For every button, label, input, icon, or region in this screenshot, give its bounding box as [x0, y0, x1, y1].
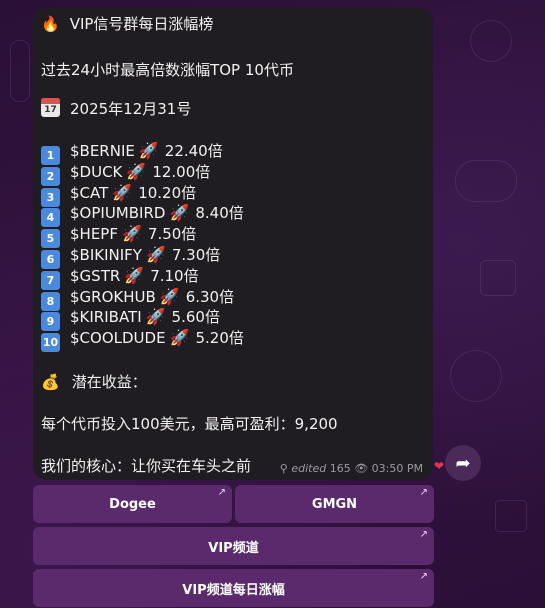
- token-gain: 6.30倍: [185, 287, 235, 306]
- token-gain: 10.20倍: [138, 183, 197, 202]
- rocket-icon: 🚀: [159, 286, 180, 306]
- background-doodle: [480, 260, 516, 296]
- token-gain: 7.30倍: [171, 246, 221, 264]
- share-arrow-icon: ➦: [455, 452, 471, 474]
- rocket-icon: 🚀: [145, 307, 166, 327]
- share-button[interactable]: ➦: [445, 445, 481, 481]
- rocket-icon: 🚀: [121, 224, 142, 244]
- token-gain: 5.60倍: [171, 308, 220, 327]
- token-gain: 22.40倍: [164, 142, 223, 160]
- message-title-line: 🔥 VIP信号群每日涨幅榜: [41, 14, 213, 34]
- vip-channel-button[interactable]: VIP频道 ↗: [33, 527, 434, 565]
- rocket-icon: 🚀: [112, 182, 133, 202]
- dogee-button[interactable]: Dogee ↗: [33, 485, 232, 523]
- external-link-arrow-icon: ↗: [419, 529, 428, 540]
- keycap-number-icon: 10: [41, 333, 60, 353]
- external-link-arrow-icon: ↗: [419, 487, 428, 498]
- potential-line: 💰 潜在收益：: [41, 372, 147, 392]
- edited-label: edited: [291, 462, 327, 475]
- token-symbol: $GROKHUB: [70, 287, 156, 306]
- core-text: 我们的核心：让你买在车头之前: [41, 457, 252, 475]
- pin-icon: ⚲: [279, 462, 288, 475]
- potential-label: 潜在收益：: [71, 373, 147, 391]
- token-symbol: $HEPF: [70, 225, 118, 244]
- background-doodle: [495, 500, 527, 532]
- token-symbol: $CAT: [70, 183, 109, 202]
- date-line: 17 2025年12月31号: [41, 98, 191, 119]
- rocket-icon: 🚀: [145, 245, 166, 264]
- gmgn-button[interactable]: GMGN ↗: [235, 485, 434, 523]
- rocket-icon: 🚀: [138, 141, 159, 160]
- external-link-arrow-icon: ↗: [419, 571, 428, 582]
- background-doodle: [470, 20, 512, 62]
- message-bubble: 🔥 VIP信号群每日涨幅榜 过去24小时最高倍数涨幅TOP 10代币 17 202…: [33, 8, 433, 480]
- vip-daily-button[interactable]: VIP频道每日涨幅 ↗: [33, 569, 434, 607]
- vip-daily-button-label: VIP频道每日涨幅: [182, 582, 285, 598]
- message-time: 03:50 PM: [371, 462, 423, 475]
- token-gain: 7.10倍: [150, 266, 199, 285]
- background-doodle: [455, 160, 517, 202]
- view-count: 165: [329, 462, 351, 475]
- token-gain: 8.40倍: [195, 204, 244, 223]
- token-gain: 5.20倍: [195, 329, 244, 348]
- money-bag-icon: 💰: [41, 373, 60, 391]
- token-symbol: $BIKINIFY: [70, 246, 142, 264]
- token-symbol: $DUCK: [70, 162, 123, 181]
- fire-icon: 🔥: [41, 15, 60, 33]
- background-doodle: [10, 40, 30, 102]
- rocket-icon: 🚀: [124, 265, 145, 285]
- token-symbol: $GSTR: [70, 266, 121, 285]
- dogee-button-label: Dogee: [109, 496, 156, 512]
- token-symbol: $OPIUMBIRD: [70, 204, 166, 223]
- rocket-icon: 🚀: [169, 328, 190, 348]
- ranking-row: 10 $COOLDUDE 🚀 5.20倍: [41, 328, 244, 353]
- eye-icon: 👁: [354, 462, 369, 475]
- message-title: VIP信号群每日涨幅榜: [69, 15, 214, 33]
- rocket-icon: 🚀: [169, 203, 190, 223]
- token-symbol: $COOLDUDE: [70, 329, 166, 348]
- potential-text: 每个代币投入100美元，最高可盈利：9,200: [41, 415, 338, 433]
- heart-icon[interactable]: ❤: [434, 459, 444, 473]
- token-gain: 7.50倍: [147, 225, 197, 244]
- external-link-arrow-icon: ↗: [217, 487, 226, 498]
- message-meta: ⚲ edited 165 👁 03:50 PM: [280, 462, 423, 475]
- message-date: 2025年12月31号: [70, 100, 192, 118]
- vip-channel-button-label: VIP频道: [208, 540, 259, 556]
- message-subtitle: 过去24小时最高倍数涨幅TOP 10代币: [41, 61, 294, 79]
- background-doodle: [450, 350, 502, 402]
- token-gain: 12.00倍: [152, 162, 211, 181]
- token-symbol: $KIRIBATI: [70, 308, 142, 327]
- rocket-icon: 🚀: [126, 161, 147, 181]
- token-symbol: $BERNIE: [70, 142, 135, 160]
- gmgn-button-label: GMGN: [311, 496, 358, 512]
- calendar-icon: 17: [41, 98, 60, 117]
